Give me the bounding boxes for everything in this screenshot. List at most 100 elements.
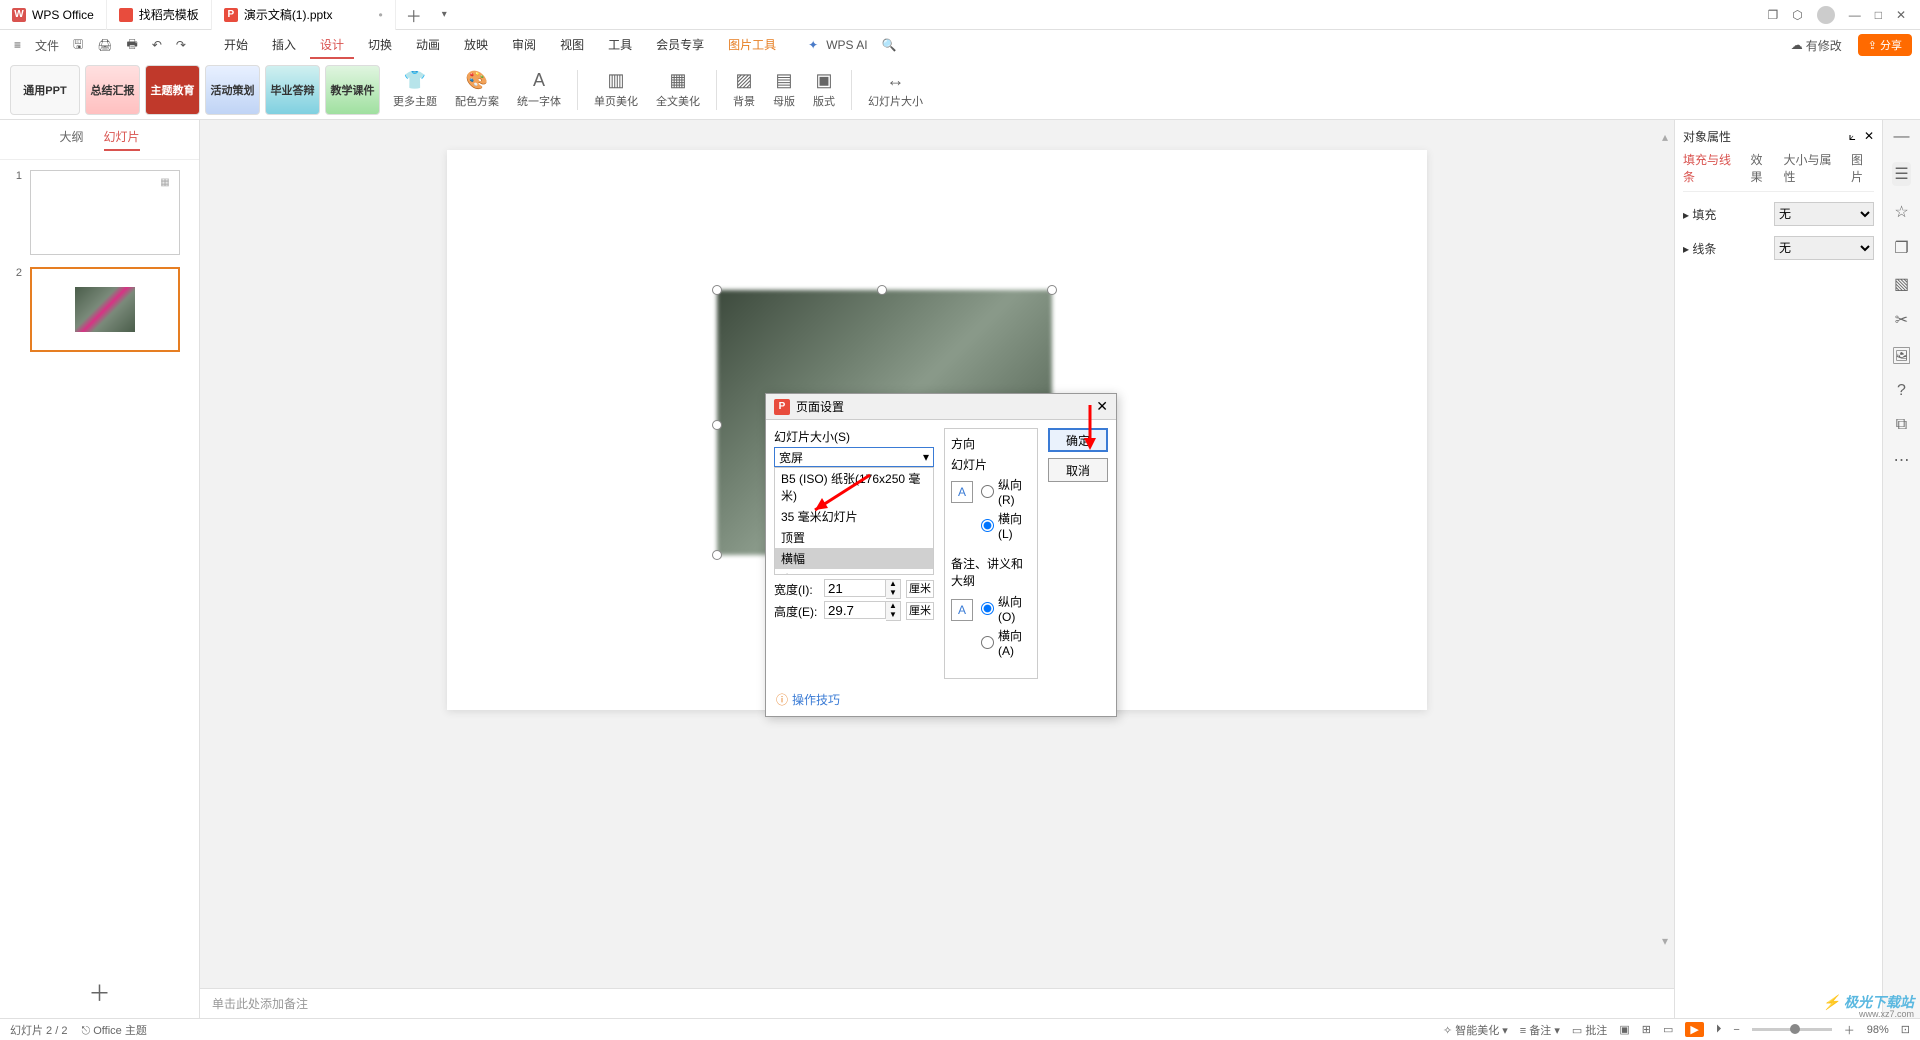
height-unit[interactable]: 厘米 [906, 602, 934, 620]
avatar-icon[interactable] [1817, 6, 1835, 24]
outline-tab[interactable]: 大纲 [59, 128, 83, 151]
background-button[interactable]: ▨背景 [725, 66, 763, 113]
new-tab-button[interactable]: ＋ [396, 3, 432, 27]
opt-banner[interactable]: 横幅 [775, 548, 933, 569]
share-button[interactable]: ⇪ 分享 [1858, 34, 1912, 56]
template-theme-edu[interactable]: 主题教育 [145, 65, 200, 115]
settings-slider-icon[interactable]: ☰ [1892, 162, 1910, 186]
help-icon[interactable]: ? [1897, 382, 1906, 400]
tab-fill-line[interactable]: 填充与线条 [1683, 151, 1741, 185]
undo-icon[interactable]: ↶ [146, 34, 168, 56]
cancel-button[interactable]: 取消 [1048, 458, 1108, 482]
tab-dropdown[interactable]: ▾ [432, 9, 457, 20]
slides-tab[interactable]: 幻灯片 [104, 128, 140, 151]
zoom-out-icon[interactable]: − [1733, 1024, 1739, 1036]
maximize-icon[interactable]: □ [1875, 8, 1882, 22]
tab-slideshow[interactable]: 放映 [454, 32, 498, 59]
radio-landscape-l[interactable] [981, 519, 994, 532]
save-icon[interactable]: 🖫 [67, 31, 89, 60]
height-input[interactable] [824, 601, 886, 619]
zoom-slider[interactable] [1752, 1028, 1832, 1031]
dialog-close-icon[interactable]: ✕ [1096, 398, 1108, 415]
opt-35mm[interactable]: 35 毫米幻灯片 [775, 506, 933, 527]
zoom-in-icon[interactable]: ＋ [1844, 1022, 1855, 1038]
link-chain-icon[interactable]: ⧉ [1896, 416, 1907, 434]
tab-animation[interactable]: 动画 [406, 32, 450, 59]
line-select[interactable]: 无 [1774, 236, 1874, 260]
notes-toggle[interactable]: ≡ 备注 ▾ [1520, 1022, 1560, 1038]
layout-button[interactable]: ▣版式 [805, 66, 843, 113]
wps-ai-button[interactable]: WPS AI [820, 34, 873, 56]
fill-select[interactable]: 无 [1774, 202, 1874, 226]
panel-close-icon[interactable]: ✕ [1864, 129, 1874, 143]
size-combo[interactable]: 宽屏▾ [774, 447, 934, 467]
thumbnail-2[interactable]: 2 [10, 267, 189, 352]
tab-picture[interactable]: 图片 [1851, 151, 1874, 185]
normal-view-icon[interactable]: ▣ [1619, 1023, 1629, 1036]
slide-size-button[interactable]: ↔幻灯片大小 [860, 66, 931, 113]
radio-portrait-r[interactable] [981, 485, 994, 498]
tab-insert[interactable]: 插入 [262, 32, 306, 59]
width-down[interactable]: ▼ [886, 589, 900, 598]
star-icon[interactable]: ☆ [1894, 202, 1908, 222]
pin-icon[interactable]: ⟀ [1849, 129, 1856, 143]
tab-vip[interactable]: 会员专享 [646, 32, 714, 59]
tab-size-prop[interactable]: 大小与属性 [1784, 151, 1842, 185]
shape-icon[interactable]: ▧ [1894, 274, 1909, 294]
single-page-beautify[interactable]: ▥单页美化 [586, 66, 646, 113]
zoom-level[interactable]: 98% [1867, 1024, 1889, 1036]
app-tab-wps[interactable]: WWPS Office [0, 0, 107, 30]
fit-window-icon[interactable]: ⊡ [1901, 1023, 1910, 1036]
smart-beautify-button[interactable]: ✧ 智能美化 ▾ [1443, 1022, 1508, 1038]
tab-effect[interactable]: 效果 [1751, 151, 1774, 185]
master-button[interactable]: ▤母版 [765, 66, 803, 113]
close-icon[interactable]: ✕ [1896, 8, 1906, 22]
height-down[interactable]: ▼ [886, 611, 900, 620]
template-teaching[interactable]: 教学课件 [325, 65, 380, 115]
restore-window-icon[interactable]: ❐ [1767, 8, 1778, 22]
opt-169[interactable]: 全屏显示(16:9) [775, 569, 933, 575]
tips-link[interactable]: 操作技巧 [792, 693, 840, 707]
search-icon[interactable]: 🔍 [876, 34, 903, 56]
width-input[interactable] [824, 579, 886, 597]
app-tab-daoke[interactable]: 找稻壳模板 [107, 0, 212, 30]
opt-overhead[interactable]: 顶置 [775, 527, 933, 548]
slideshow-icon[interactable]: ▶ [1685, 1022, 1703, 1037]
dialog-titlebar[interactable]: P 页面设置 ✕ [766, 394, 1116, 420]
print-icon[interactable]: 🖨 [91, 34, 118, 56]
full-text-beautify[interactable]: ▦全文美化 [648, 66, 708, 113]
comments-toggle[interactable]: ▭ 批注 [1572, 1022, 1607, 1038]
tab-transition[interactable]: 切换 [358, 32, 402, 59]
template-graduation[interactable]: 毕业答辩 [265, 65, 320, 115]
width-unit[interactable]: 厘米 [906, 580, 934, 598]
app-tab-document[interactable]: P演示文稿(1).pptx• [212, 0, 396, 30]
size-listbox[interactable]: B5 (ISO) 纸张(176x250 毫米) 35 毫米幻灯片 顶置 横幅 全… [774, 467, 934, 575]
redo-icon[interactable]: ↷ [170, 34, 192, 56]
unify-font-button[interactable]: A统一字体 [509, 66, 569, 113]
file-menu[interactable]: 文件 [29, 33, 65, 58]
ok-button[interactable]: 确定 [1048, 428, 1108, 452]
reading-view-icon[interactable]: ▭ [1663, 1023, 1673, 1036]
tab-view[interactable]: 视图 [550, 32, 594, 59]
add-slide-button[interactable]: ＋ [0, 966, 199, 1018]
tab-start[interactable]: 开始 [214, 32, 258, 59]
template-activity[interactable]: 活动策划 [205, 65, 260, 115]
sorter-view-icon[interactable]: ⊞ [1642, 1023, 1651, 1036]
more-themes-button[interactable]: 👕更多主题 [385, 66, 445, 113]
radio-landscape-a[interactable] [981, 636, 994, 649]
play-settings-icon[interactable]: ⏵ [1716, 1023, 1722, 1036]
tab-picture-tools[interactable]: 图片工具 [718, 32, 786, 59]
crop-icon[interactable]: ✂ [1895, 310, 1908, 330]
tab-tools[interactable]: 工具 [598, 32, 642, 59]
print-preview-icon[interactable]: 🖶 [121, 31, 144, 60]
tab-design[interactable]: 设计 [310, 32, 354, 59]
tab-review[interactable]: 审阅 [502, 32, 546, 59]
minimize-icon[interactable]: — [1849, 8, 1861, 22]
template-summary[interactable]: 总结汇报 [85, 65, 140, 115]
template-generic[interactable]: 通用PPT [10, 65, 80, 115]
cube-icon[interactable]: ⬡ [1792, 8, 1802, 22]
opt-b5[interactable]: B5 (ISO) 纸张(176x250 毫米) [775, 468, 933, 506]
hamburger-icon[interactable]: ≡ [8, 34, 27, 56]
radio-portrait-o[interactable] [981, 602, 994, 615]
more-icon[interactable]: ⋯ [1894, 450, 1910, 470]
